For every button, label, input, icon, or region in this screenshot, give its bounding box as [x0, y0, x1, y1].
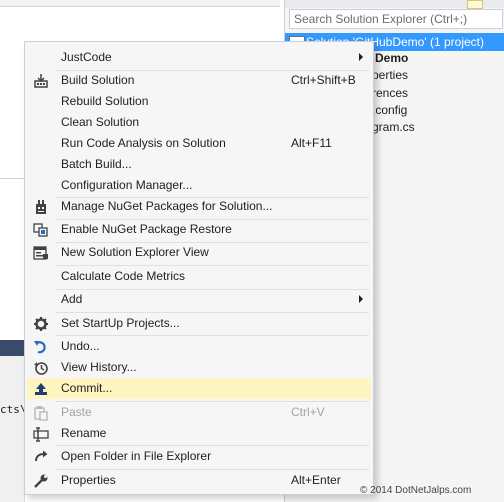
- tree-item-properties[interactable]: perties: [372, 68, 408, 84]
- solution-explorer-toolbar: [285, 0, 504, 9]
- menu-item-shortcut: Alt+Enter: [291, 473, 341, 487]
- menu-item-label: Set StartUp Projects...: [61, 316, 180, 330]
- menu-item-batch-build[interactable]: Batch Build...: [27, 154, 371, 175]
- menu-item-shortcut: Ctrl+Shift+B: [291, 73, 356, 87]
- menu-item-calculate-code-metrics[interactable]: Calculate Code Metrics: [27, 266, 371, 287]
- menu-item-label: Properties: [61, 473, 116, 487]
- wrench-icon: [33, 473, 49, 489]
- project-node[interactable]: Demo: [375, 51, 408, 67]
- undo-icon: [33, 339, 49, 355]
- menu-item-configuration-manager[interactable]: Configuration Manager...: [27, 175, 371, 196]
- menu-item-manage-nuget[interactable]: Manage NuGet Packages for Solution...: [27, 196, 371, 217]
- nuget-icon: [33, 199, 49, 215]
- submenu-arrow-icon: [359, 295, 363, 303]
- menu-item-commit[interactable]: Commit...: [27, 378, 371, 399]
- menu-item-rename[interactable]: Rename: [27, 423, 371, 444]
- menu-item-justcode[interactable]: JustCode: [27, 47, 371, 68]
- menu-item-label: Run Code Analysis on Solution: [61, 136, 226, 150]
- rename-icon: [33, 426, 49, 442]
- menu-item-label: Calculate Code Metrics: [61, 269, 186, 283]
- menu-item-label: Manage NuGet Packages for Solution...: [61, 199, 273, 213]
- menu-item-label: JustCode: [61, 50, 112, 64]
- menu-item-clean-solution[interactable]: Clean Solution: [27, 112, 371, 133]
- gear-icon: [33, 316, 49, 332]
- paste-icon: [33, 405, 49, 421]
- menu-item-label: Commit...: [61, 381, 113, 395]
- commit-icon: [33, 381, 49, 397]
- menu-item-undo[interactable]: Undo...: [27, 336, 371, 357]
- menu-item-label: Open Folder in File Explorer: [61, 449, 212, 463]
- solution-context-menu: JustCode Build Solution Ctrl+Shift+B Reb…: [24, 41, 374, 495]
- menu-item-properties[interactable]: Properties Alt+Enter: [27, 470, 371, 491]
- menu-item-label: Undo...: [61, 339, 100, 353]
- menu-item-label: Rebuild Solution: [61, 94, 149, 108]
- menu-item-build-solution[interactable]: Build Solution Ctrl+Shift+B: [27, 70, 371, 91]
- menu-item-label: View History...: [61, 360, 137, 374]
- new-view-icon: [33, 245, 49, 261]
- editor-code-fragment: cts\G: [0, 403, 26, 416]
- menu-item-label: Clean Solution: [61, 115, 140, 129]
- output-pane-gutter: [0, 356, 25, 502]
- menu-item-label: Rename: [61, 426, 107, 440]
- tree-item-program-cs[interactable]: gram.cs: [372, 120, 415, 136]
- menu-item-label: Build Solution: [61, 73, 135, 87]
- menu-item-add[interactable]: Add: [27, 289, 371, 310]
- submenu-arrow-icon: [359, 53, 363, 61]
- menu-item-label: New Solution Explorer View: [61, 245, 209, 259]
- menu-item-label: Configuration Manager...: [61, 178, 193, 192]
- search-placeholder: Search Solution Explorer (Ctrl+;): [294, 12, 468, 26]
- copyright-watermark: © 2014 DotNetJalps.com: [360, 485, 472, 496]
- open-folder-icon: [33, 449, 49, 465]
- menu-item-label: Enable NuGet Package Restore: [61, 222, 232, 236]
- editor-output-header: [0, 340, 24, 356]
- menu-item-view-history[interactable]: View History...: [27, 357, 371, 378]
- toolbar-button-icon[interactable]: [467, 0, 483, 9]
- build-icon: [33, 73, 49, 89]
- menu-item-new-solution-explorer-view[interactable]: New Solution Explorer View: [27, 242, 371, 263]
- menu-item-run-code-analysis[interactable]: Run Code Analysis on Solution Alt+F11: [27, 133, 371, 154]
- menu-item-open-folder[interactable]: Open Folder in File Explorer: [27, 446, 371, 467]
- menu-item-paste: Paste Ctrl+V: [27, 402, 371, 423]
- menu-item-set-startup-projects[interactable]: Set StartUp Projects...: [27, 313, 371, 334]
- package-restore-icon: [33, 222, 49, 238]
- editor-divider: [0, 178, 24, 179]
- menu-item-label: Batch Build...: [61, 157, 132, 171]
- menu-item-enable-nuget-restore[interactable]: Enable NuGet Package Restore: [27, 219, 371, 240]
- history-icon: [33, 360, 49, 376]
- tree-item-app-config[interactable]: .config: [372, 103, 407, 119]
- menu-item-shortcut: Ctrl+V: [291, 405, 325, 419]
- editor-tab-strip: [0, 0, 280, 7]
- solution-explorer-search-input[interactable]: Search Solution Explorer (Ctrl+;): [289, 9, 503, 29]
- menu-item-label: Add: [61, 292, 83, 306]
- tree-item-references[interactable]: rences: [372, 86, 408, 102]
- menu-item-shortcut: Alt+F11: [291, 136, 332, 150]
- menu-item-rebuild-solution[interactable]: Rebuild Solution: [27, 91, 371, 112]
- menu-item-label: Paste: [61, 405, 92, 419]
